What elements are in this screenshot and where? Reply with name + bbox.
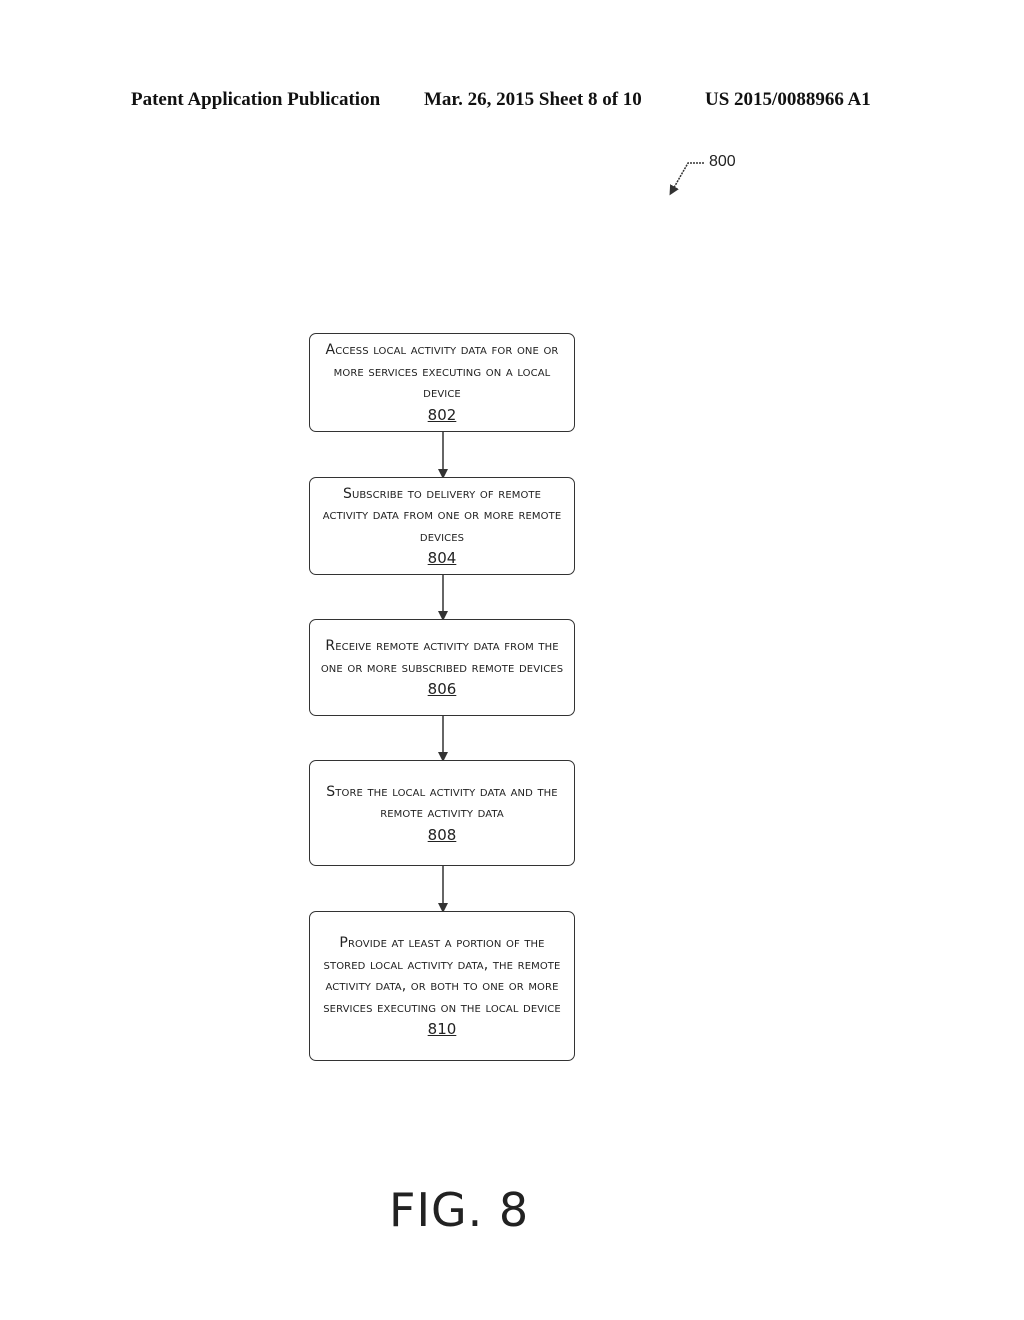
figure-reference-number: 800: [709, 153, 736, 170]
patent-header: Patent Application Publication Mar. 26, …: [0, 89, 1024, 113]
step-text: Subscribe to delivery of remote activity…: [322, 485, 562, 545]
step-number: 804: [427, 549, 457, 568]
publication-number: US 2015/0088966 A1: [705, 89, 871, 110]
step-number: 808: [427, 825, 457, 844]
step-804-box: Subscribe to delivery of remote activity…: [309, 477, 575, 575]
step-text: Receive remote activity data from the on…: [320, 638, 564, 676]
step-text: Store the local activity data and the re…: [326, 783, 558, 822]
step-810-box: Provide at least a portion of the stored…: [309, 911, 575, 1061]
publication-date-sheet: Mar. 26, 2015 Sheet 8 of 10: [424, 89, 642, 110]
step-808-box: Store the local activity data and the re…: [309, 760, 575, 866]
step-number: 810: [427, 1020, 457, 1038]
step-number: 806: [427, 680, 457, 698]
step-806-box: Receive remote activity data from the on…: [309, 619, 575, 716]
step-text: Provide at least a portion of the stored…: [323, 935, 561, 1016]
reference-arrow: [669, 162, 704, 196]
step-802-box: Access local activity data for one or mo…: [309, 333, 575, 432]
publication-type: Patent Application Publication: [131, 89, 381, 110]
step-text: Access local activity data for one or mo…: [325, 342, 559, 402]
step-number: 802: [427, 405, 457, 424]
figure-label: FIG. 8: [389, 1183, 530, 1237]
